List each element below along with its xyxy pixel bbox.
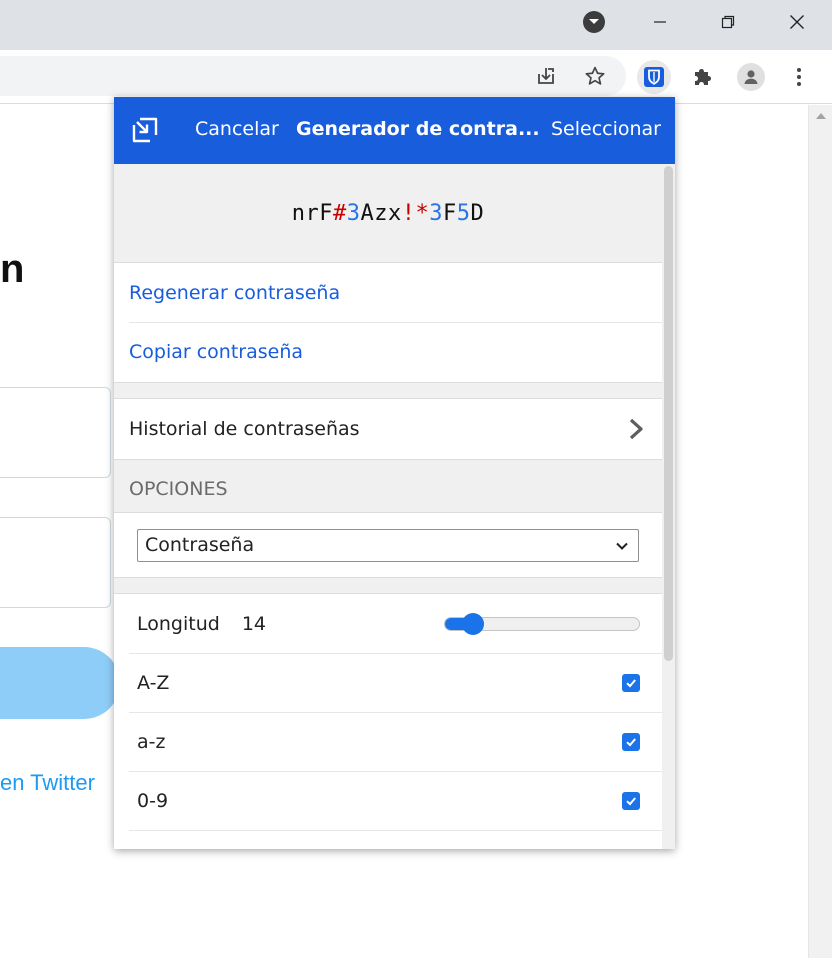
lowercase-checkbox[interactable] bbox=[622, 732, 640, 751]
password-char: A bbox=[360, 200, 375, 226]
pop-out-icon bbox=[132, 117, 158, 143]
checkmark-icon bbox=[626, 737, 636, 746]
length-label: Longitud bbox=[137, 612, 220, 635]
extensions-button[interactable] bbox=[686, 60, 720, 94]
length-value: 14 bbox=[241, 612, 266, 635]
window-minimize-button[interactable] bbox=[640, 6, 680, 38]
tab-search-button[interactable] bbox=[578, 6, 610, 38]
password-char: # bbox=[333, 200, 347, 226]
login-password-field[interactable] bbox=[0, 517, 111, 608]
generated-password: nrF#3Azx!*3F5D bbox=[292, 201, 485, 226]
person-icon bbox=[744, 70, 758, 84]
popup-scrollbar-thumb[interactable] bbox=[664, 166, 673, 661]
length-option-row: Longitud 14 bbox=[114, 594, 662, 653]
numbers-label: 0-9 bbox=[137, 789, 169, 812]
uppercase-option-row: A-Z bbox=[114, 653, 662, 712]
chevron-down-circle-icon bbox=[583, 11, 605, 33]
password-char: 5 bbox=[456, 200, 471, 226]
generator-type-select[interactable]: Contraseña bbox=[137, 528, 639, 562]
popup-title: Generador de contra... bbox=[296, 118, 540, 140]
uppercase-checkbox[interactable] bbox=[622, 673, 640, 692]
password-history-label: Historial de contraseñas bbox=[129, 418, 360, 440]
bookmark-button[interactable] bbox=[581, 62, 609, 90]
twitter-signup-link[interactable]: en Twitter bbox=[0, 770, 95, 796]
checkmark-icon bbox=[626, 678, 636, 687]
browser-menu-button[interactable] bbox=[782, 60, 816, 94]
password-char: 3 bbox=[346, 200, 361, 226]
lowercase-label: a-z bbox=[137, 730, 166, 753]
options-heading: OPCIONES bbox=[129, 478, 228, 500]
regenerate-password-button[interactable]: Regenerar contraseña bbox=[114, 263, 662, 322]
password-options-group: Longitud 14 A-Z a-z 0-9 bbox=[114, 593, 662, 849]
star-icon bbox=[585, 66, 605, 85]
window-restore-button[interactable] bbox=[708, 6, 748, 38]
uppercase-label: A-Z bbox=[137, 671, 170, 694]
password-char: D bbox=[470, 200, 485, 226]
generator-type-selected: Contraseña bbox=[145, 534, 255, 556]
numbers-option-row: 0-9 bbox=[114, 771, 662, 830]
password-char: ! bbox=[401, 200, 416, 226]
password-char: F bbox=[319, 200, 333, 226]
cancel-button[interactable]: Cancelar bbox=[195, 118, 279, 140]
password-char: r bbox=[305, 200, 320, 226]
password-char: 3 bbox=[429, 200, 443, 226]
page-heading-fragment: n bbox=[0, 247, 25, 291]
password-history-group: Historial de contraseñas bbox=[114, 398, 662, 460]
numbers-checkbox[interactable] bbox=[622, 791, 640, 810]
password-char: * bbox=[415, 200, 430, 226]
login-username-field[interactable] bbox=[0, 387, 111, 478]
lowercase-option-row: a-z bbox=[114, 712, 662, 771]
password-char: x bbox=[388, 200, 402, 226]
password-char: n bbox=[291, 200, 306, 226]
popup-scrollbar[interactable] bbox=[662, 164, 675, 849]
minimize-icon bbox=[654, 21, 666, 23]
more-options-row bbox=[114, 830, 662, 849]
copy-password-button[interactable]: Copiar contraseña bbox=[114, 322, 662, 381]
generator-type-group: Contraseña bbox=[114, 512, 662, 578]
profile-button[interactable] bbox=[734, 60, 768, 94]
length-slider-handle[interactable] bbox=[462, 612, 485, 635]
checkmark-icon bbox=[626, 796, 636, 805]
popup-header: Cancelar Generador de contra... Seleccio… bbox=[114, 97, 675, 164]
chevron-right-icon bbox=[629, 418, 643, 440]
generated-password-display: nrF#3Azx!*3F5D bbox=[114, 164, 662, 263]
login-submit-button[interactable] bbox=[0, 647, 120, 719]
select-button[interactable]: Seleccionar bbox=[551, 118, 661, 140]
chevron-down-icon bbox=[616, 542, 628, 550]
password-actions-group: Regenerar contraseña Copiar contraseña bbox=[114, 263, 662, 383]
close-icon bbox=[790, 15, 804, 29]
browser-toolbar bbox=[0, 50, 832, 104]
password-generator-popup: Cancelar Generador de contra... Seleccio… bbox=[114, 97, 675, 849]
page-scrollbar[interactable] bbox=[808, 105, 832, 958]
install-app-button[interactable] bbox=[532, 62, 560, 90]
password-char: F bbox=[443, 200, 457, 226]
length-slider[interactable] bbox=[444, 612, 640, 635]
browser-title-bar bbox=[0, 0, 832, 50]
password-history-item[interactable]: Historial de contraseñas bbox=[114, 399, 662, 459]
password-char: z bbox=[374, 200, 388, 226]
restore-icon bbox=[721, 15, 735, 29]
install-app-icon bbox=[538, 68, 554, 84]
avatar bbox=[737, 63, 765, 91]
scroll-up-arrow-icon[interactable] bbox=[816, 113, 826, 119]
bitwarden-extension-button[interactable] bbox=[637, 60, 671, 94]
pop-out-button[interactable] bbox=[130, 115, 160, 145]
kebab-menu-icon bbox=[797, 68, 801, 86]
window-close-button[interactable] bbox=[776, 6, 818, 38]
bitwarden-shield-icon bbox=[644, 67, 664, 87]
puzzle-piece-icon bbox=[695, 69, 711, 85]
